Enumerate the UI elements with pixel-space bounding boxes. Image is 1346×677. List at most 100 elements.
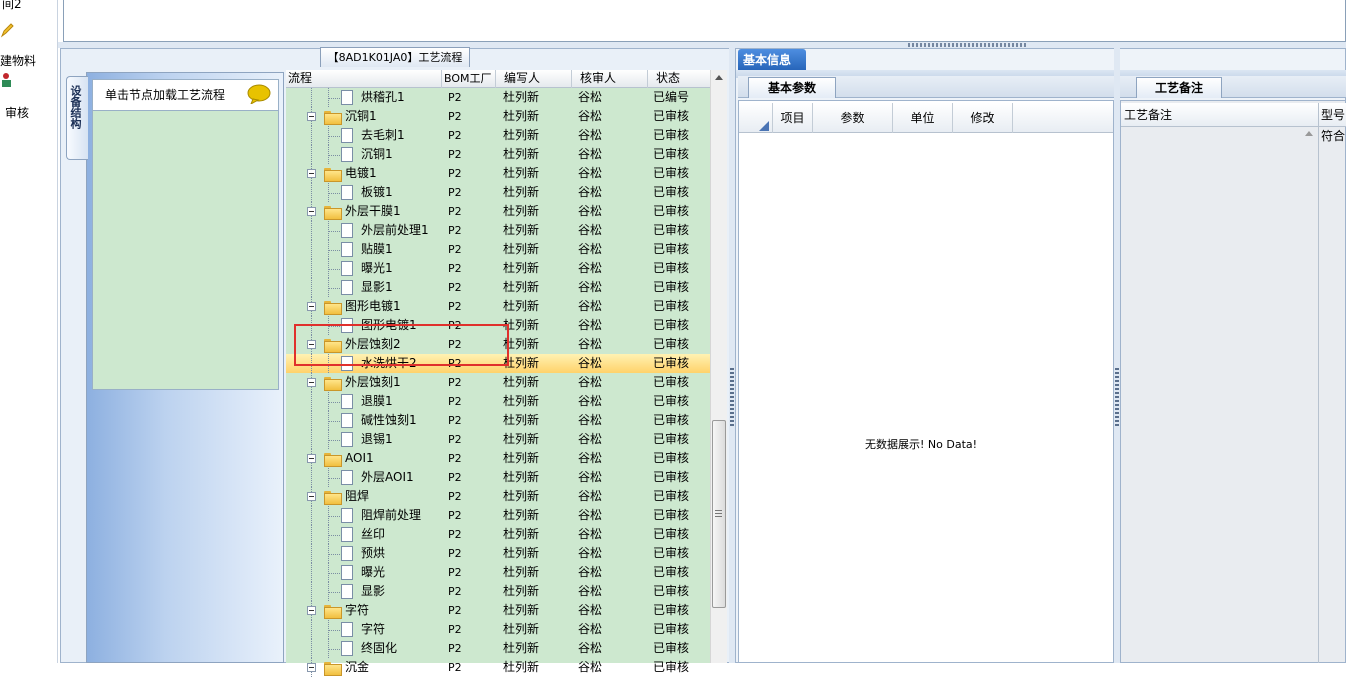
table-row[interactable]: 碱性蚀刻1 P2 杜列新 谷松 已审核 xyxy=(286,411,710,430)
column-header-param[interactable]: 参数 xyxy=(813,103,893,133)
table-row[interactable]: 退膜1 P2 杜列新 谷松 已审核 xyxy=(286,392,710,411)
tab-basic-params[interactable]: 基本参数 xyxy=(748,77,836,98)
notes-grid xyxy=(1120,100,1346,663)
cell-process-name: 退锡1 xyxy=(361,432,393,446)
column-header-status[interactable]: 状态 xyxy=(648,70,712,88)
pencil-icon[interactable] xyxy=(0,22,14,38)
cell-reviewer: 谷松 xyxy=(578,375,603,389)
table-row[interactable]: AOI1 P2 杜列新 谷松 已审核 xyxy=(286,449,710,468)
collapse-icon[interactable] xyxy=(307,112,316,121)
cell-writer: 杜列新 xyxy=(503,204,540,218)
column-header-item[interactable]: 项目 xyxy=(773,103,813,133)
process-grid-scrollbar[interactable] xyxy=(710,70,727,663)
column-header-notes[interactable]: 工艺备注 xyxy=(1124,106,1172,123)
column-header-bom[interactable]: BOM工厂 xyxy=(442,70,496,88)
table-row[interactable]: 显影1 P2 杜列新 谷松 已审核 xyxy=(286,278,710,297)
column-header-process[interactable]: 流程 xyxy=(286,70,442,88)
folder-icon xyxy=(324,491,342,505)
collapse-icon[interactable] xyxy=(307,302,316,311)
table-row[interactable]: 沉铜1 P2 杜列新 谷松 已审核 xyxy=(286,145,710,164)
table-row[interactable]: 字符 P2 杜列新 谷松 已审核 xyxy=(286,601,710,620)
column-header-model[interactable]: 型号 xyxy=(1321,106,1345,123)
tree-line xyxy=(311,411,312,430)
document-icon xyxy=(341,147,353,162)
table-row[interactable]: 曝光 P2 杜列新 谷松 已审核 xyxy=(286,563,710,582)
table-row[interactable]: 显影 P2 杜列新 谷松 已审核 xyxy=(286,582,710,601)
scroll-up-icon[interactable] xyxy=(715,75,723,80)
table-row[interactable]: 退锡1 P2 杜列新 谷松 已审核 xyxy=(286,430,710,449)
column-header-writer[interactable]: 编写人 xyxy=(496,70,572,88)
table-row[interactable]: 丝印 P2 杜列新 谷松 已审核 xyxy=(286,525,710,544)
table-row[interactable]: 外层前处理1 P2 杜列新 谷松 已审核 xyxy=(286,221,710,240)
collapse-icon[interactable] xyxy=(307,378,316,387)
cell-process-name: 烘稽孔1 xyxy=(361,90,405,104)
table-row[interactable]: 图形电镀1 P2 杜列新 谷松 已审核 xyxy=(286,297,710,316)
cell-bom: P2 xyxy=(448,395,462,408)
cell-process-name: 字符 xyxy=(345,603,370,617)
table-row[interactable]: 贴膜1 P2 杜列新 谷松 已审核 xyxy=(286,240,710,259)
collapse-icon[interactable] xyxy=(307,663,316,672)
tab-process-notes[interactable]: 工艺备注 xyxy=(1136,77,1222,98)
cell-reviewer: 谷松 xyxy=(578,546,603,560)
column-header-unit[interactable]: 单位 xyxy=(893,103,953,133)
strip-item-label-2[interactable]: 建物料 xyxy=(0,52,36,69)
cell-reviewer: 谷松 xyxy=(578,660,603,674)
notes-cell[interactable]: 符合 xyxy=(1321,127,1345,144)
column-header-reviewer[interactable]: 核审人 xyxy=(572,70,648,88)
table-row[interactable]: 外层干膜1 P2 杜列新 谷松 已审核 xyxy=(286,202,710,221)
tab-basic-info[interactable]: 基本信息 xyxy=(738,49,806,71)
document-icon xyxy=(341,527,353,542)
table-row[interactable]: 阻焊前处理 P2 杜列新 谷松 已审核 xyxy=(286,506,710,525)
strip-item-label-1[interactable]: 间2 xyxy=(2,0,22,12)
cell-writer: 杜列新 xyxy=(503,565,540,579)
document-icon xyxy=(341,565,353,580)
cell-process-name: 预烘 xyxy=(361,546,386,560)
table-row[interactable]: 字符 P2 杜列新 谷松 已审核 xyxy=(286,620,710,639)
table-row[interactable]: 外层蚀刻1 P2 杜列新 谷松 已审核 xyxy=(286,373,710,392)
tab-equipment-structure[interactable]: 设备结构 xyxy=(66,76,88,160)
collapse-icon[interactable] xyxy=(307,606,316,615)
document-icon xyxy=(341,185,353,200)
tree-line xyxy=(311,639,312,658)
cell-writer: 杜列新 xyxy=(503,508,540,522)
collapse-icon[interactable] xyxy=(307,454,316,463)
table-row[interactable]: 沉铜1 P2 杜列新 谷松 已审核 xyxy=(286,107,710,126)
document-icon xyxy=(341,242,353,257)
cell-reviewer: 谷松 xyxy=(578,451,603,465)
column-header-modify[interactable]: 修改 xyxy=(953,103,1013,133)
cell-status: 已审核 xyxy=(653,147,690,161)
cell-bom: P2 xyxy=(448,566,462,579)
table-row[interactable]: 烘稽孔1 P2 杜列新 谷松 已编号 xyxy=(286,88,710,107)
cell-process-name: 曝光 xyxy=(361,565,386,579)
cell-status: 已审核 xyxy=(653,356,690,370)
table-row[interactable]: 沉金 P2 杜列新 谷松 已审核 xyxy=(286,658,710,677)
collapse-icon[interactable] xyxy=(307,207,316,216)
cell-process-name: 外层前处理1 xyxy=(361,223,429,237)
table-row[interactable]: 终固化 P2 杜列新 谷松 已审核 xyxy=(286,639,710,658)
params-grid xyxy=(738,100,1114,663)
tree-line xyxy=(311,221,312,240)
strip-item-label-3[interactable]: 审核 xyxy=(5,104,29,121)
scroll-up-icon[interactable] xyxy=(1305,131,1313,136)
cell-status: 已审核 xyxy=(653,660,690,674)
cell-status: 已审核 xyxy=(653,641,690,655)
user-check-icon[interactable] xyxy=(0,72,14,88)
table-row[interactable]: 电镀1 P2 杜列新 谷松 已审核 xyxy=(286,164,710,183)
cell-writer: 杜列新 xyxy=(503,489,540,503)
table-row[interactable]: 板镀1 P2 杜列新 谷松 已审核 xyxy=(286,183,710,202)
table-row[interactable]: 外层AOI1 P2 杜列新 谷松 已审核 xyxy=(286,468,710,487)
cell-status: 已审核 xyxy=(653,204,690,218)
structure-tree[interactable] xyxy=(92,79,279,390)
select-all-corner-icon[interactable] xyxy=(759,121,769,131)
table-row[interactable]: 阻焊 P2 杜列新 谷松 已审核 xyxy=(286,487,710,506)
table-row[interactable]: 去毛刺1 P2 杜列新 谷松 已审核 xyxy=(286,126,710,145)
cell-writer: 杜列新 xyxy=(503,223,540,237)
collapse-icon[interactable] xyxy=(307,492,316,501)
tree-line xyxy=(311,145,312,164)
cell-status: 已审核 xyxy=(653,299,690,313)
table-row[interactable]: 曝光1 P2 杜列新 谷松 已审核 xyxy=(286,259,710,278)
cell-bom: P2 xyxy=(448,585,462,598)
collapse-icon[interactable] xyxy=(307,169,316,178)
table-row[interactable]: 预烘 P2 杜列新 谷松 已审核 xyxy=(286,544,710,563)
tree-line xyxy=(328,535,340,536)
